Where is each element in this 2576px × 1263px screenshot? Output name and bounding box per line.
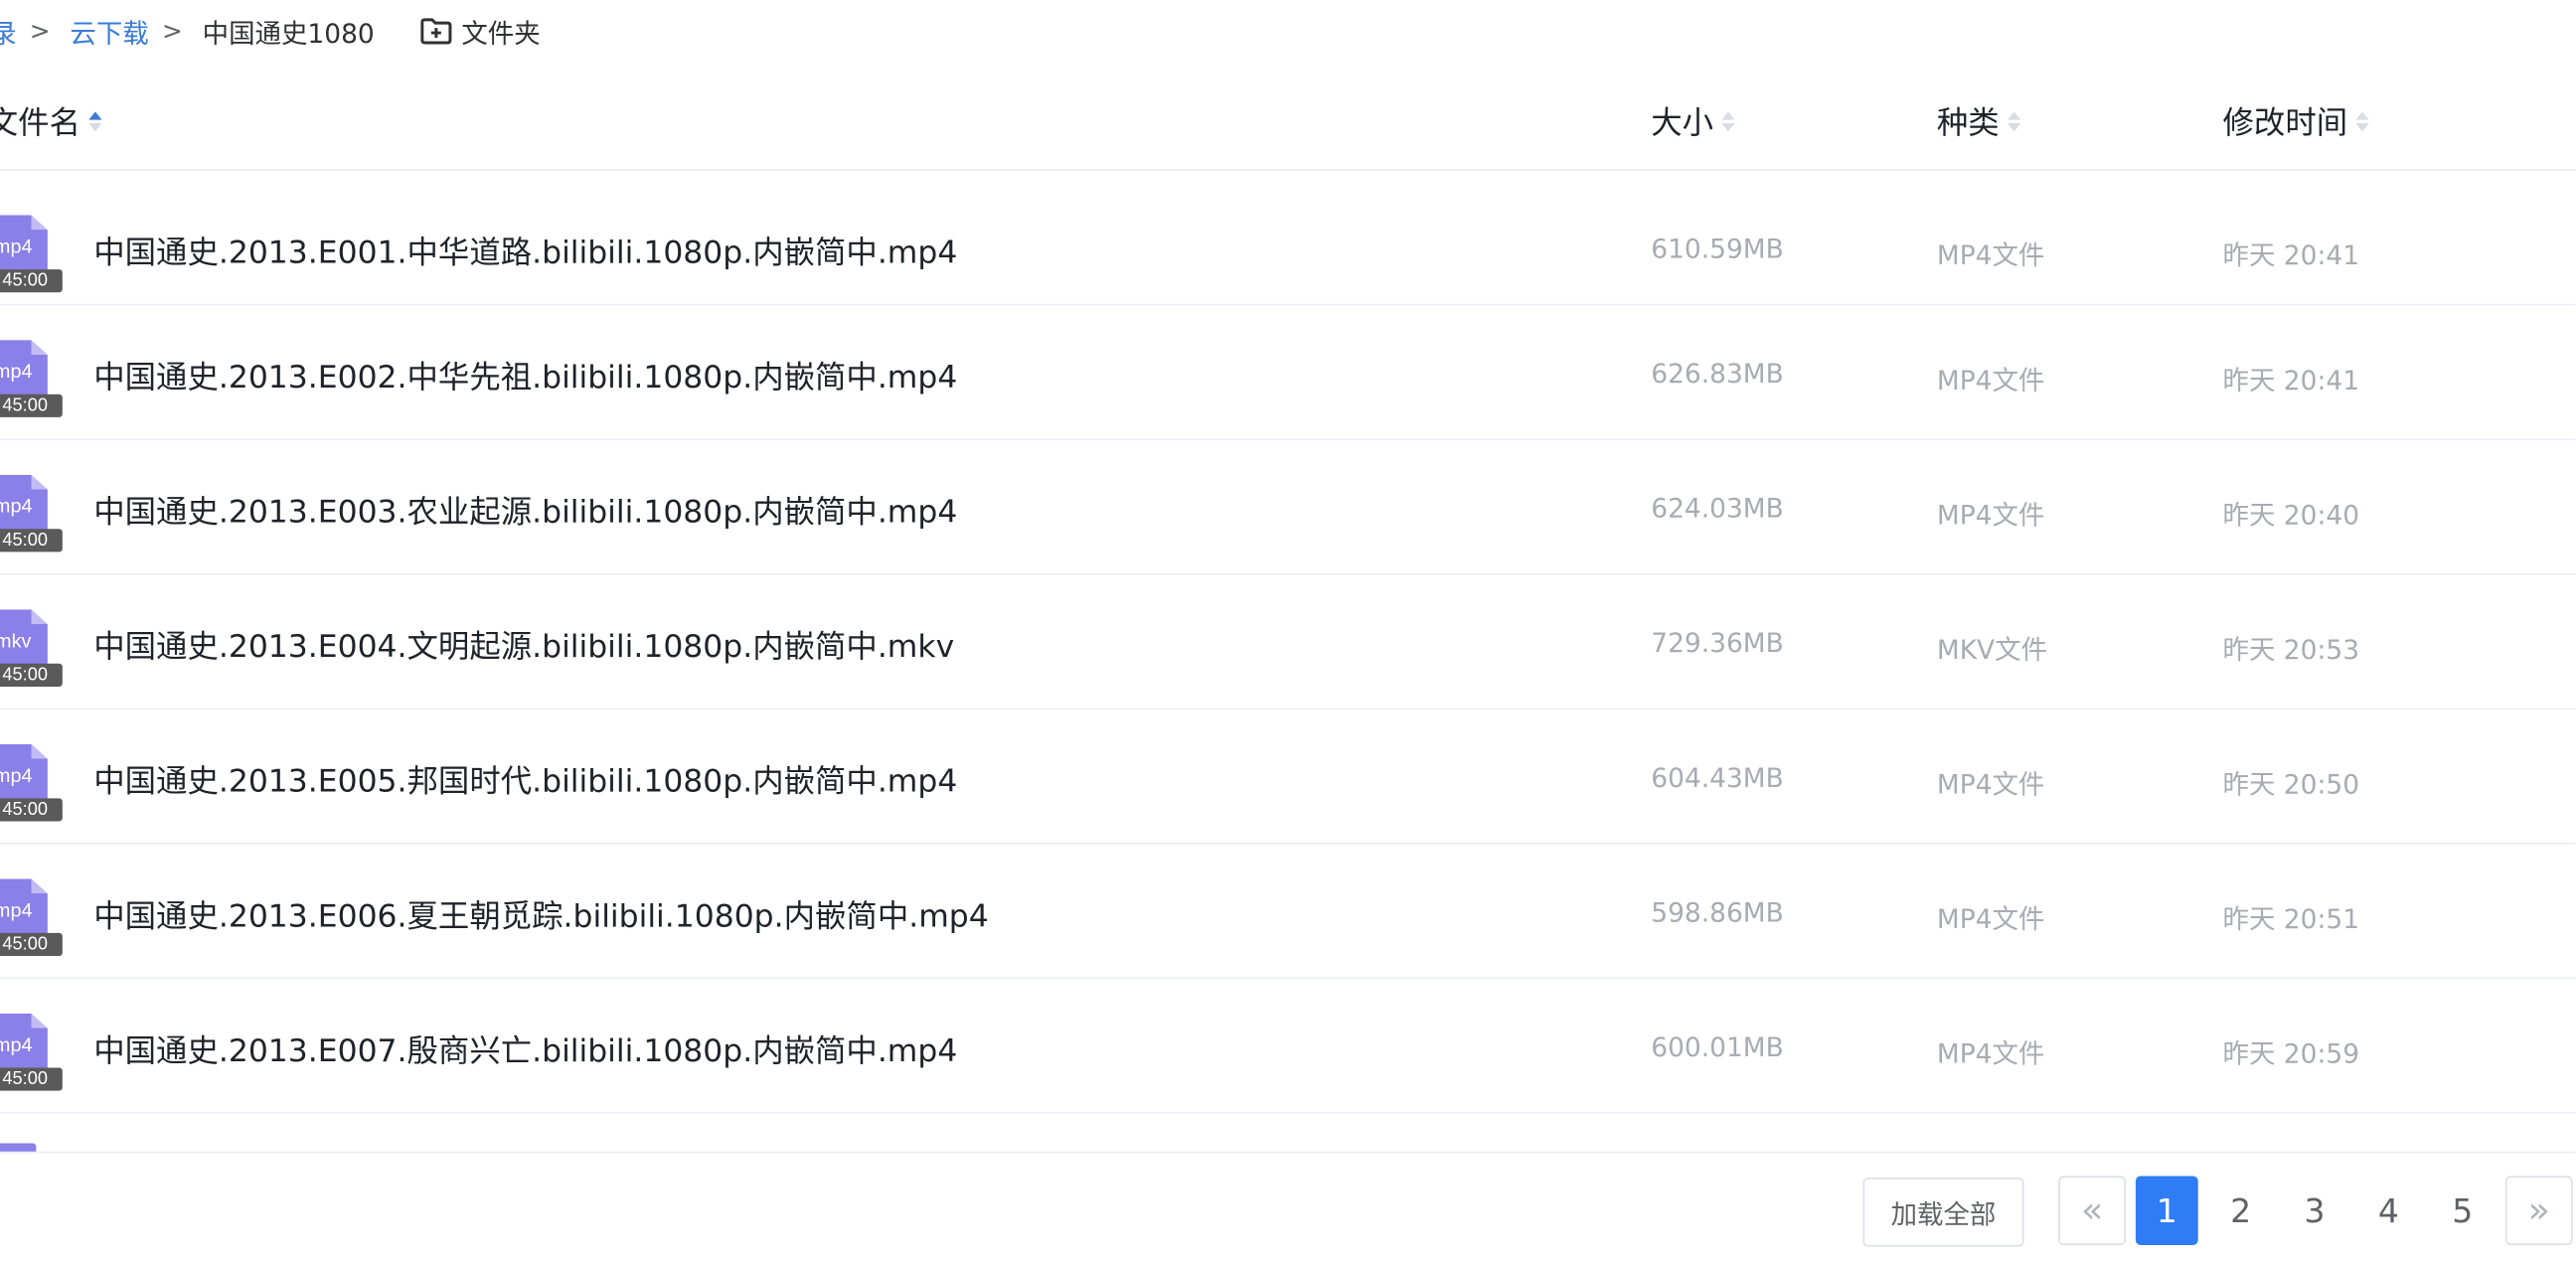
- file-type: MP4文件: [1936, 239, 2045, 271]
- file-name[interactable]: 中国通史.2013.E003.农业起源.bilibili.1080p.内嵌简中.…: [93, 488, 957, 533]
- breadcrumb-cloud-download[interactable]: 云下载: [70, 12, 148, 52]
- file-modified: 昨天 20:41: [2222, 364, 2360, 396]
- table-row[interactable]: mp4 45:00 中国通史.2013.E006.夏王朝觅踪.bilibili.…: [0, 845, 2576, 980]
- duration-badge: 45:00: [0, 932, 63, 957]
- file-modified: 昨天 20:59: [2222, 1037, 2360, 1070]
- file-modified: 昨天 20:51: [2222, 903, 2360, 935]
- file-type: MP4文件: [1936, 499, 2045, 531]
- column-header-modified[interactable]: 修改时间: [2223, 73, 2369, 170]
- sort-icon: [1721, 110, 1735, 131]
- table-row[interactable]: mp4 45:00 中国通史.2013.E005.邦国时代.bilibili.1…: [0, 710, 2576, 845]
- page-button-5[interactable]: 5: [2431, 1177, 2494, 1245]
- file-type: MP4文件: [1936, 768, 2045, 801]
- video-file-icon: mp4 45:00: [0, 878, 63, 957]
- duration-badge: 45:00: [0, 663, 63, 687]
- video-file-icon: mp4 45:00: [0, 215, 63, 293]
- duration-badge: 45:00: [0, 529, 63, 553]
- file-type: MP4文件: [1936, 364, 2045, 396]
- file-modified: 昨天 20:40: [2222, 499, 2360, 531]
- video-file-icon: mp4 45:00: [0, 340, 63, 417]
- page-button-3[interactable]: 3: [2284, 1177, 2346, 1245]
- file-name[interactable]: 中国通史.2013.E005.邦国时代.bilibili.1080p.内嵌简中.…: [93, 757, 957, 802]
- table-row[interactable]: mp4 45:00 中国通史.2013.E007.殷商兴亡.bilibili.1…: [0, 979, 2576, 1114]
- file-size: 604.43MB: [1651, 761, 1784, 794]
- column-type-label: 种类: [1936, 104, 2000, 142]
- folder-plus-icon: [420, 18, 452, 45]
- table-row[interactable]: mp4 45:00 中国通史.2013.E002.中华先祖.bilibili.1…: [0, 305, 2576, 441]
- file-size: 729.36MB: [1651, 627, 1784, 659]
- load-all-button[interactable]: 加载全部: [1862, 1178, 2024, 1247]
- column-name-label: 文件名: [0, 104, 81, 142]
- file-modified: 昨天 20:50: [2222, 768, 2360, 801]
- video-file-icon: mp4 45:00: [0, 474, 63, 553]
- next-page-button[interactable]: »: [2504, 1176, 2573, 1245]
- column-modified-label: 修改时间: [2222, 104, 2348, 142]
- file-name[interactable]: 中国通史.2013.E006.夏王朝觅踪.bilibili.1080p.内嵌简中…: [93, 892, 989, 937]
- chevron-right-icon: >: [162, 16, 183, 47]
- file-modified: 昨天 20:53: [2222, 634, 2360, 666]
- file-browser: 录 > 云下载 > 中国通史1080 文件夹 文件名 大小 种类 修改时间: [0, 0, 2576, 1263]
- column-header-size[interactable]: 大小: [1651, 73, 1735, 170]
- video-file-icon: mkv 45:00: [0, 609, 63, 687]
- file-type: MP4文件: [1936, 1037, 2045, 1070]
- sort-icon: [88, 110, 102, 131]
- file-name[interactable]: 中国通史.2013.E004.文明起源.bilibili.1080p.内嵌简中.…: [93, 622, 954, 667]
- table-row[interactable]: mp4 45:00 中国通史.2013.E001.中华道路.bilibili.1…: [0, 171, 2576, 306]
- page-button-1[interactable]: 1: [2135, 1176, 2198, 1245]
- table-row[interactable]: mp4 45:00 中国通史.2013.E003.农业起源.bilibili.1…: [0, 440, 2576, 575]
- file-ext-label: mp4: [0, 1032, 33, 1056]
- file-size: 600.01MB: [1651, 1031, 1784, 1063]
- duration-badge: 45:00: [0, 269, 63, 293]
- file-type: MKV文件: [1936, 634, 2048, 666]
- file-name[interactable]: 中国通史.2013.E007.殷商兴亡.bilibili.1080p.内嵌简中.…: [93, 1026, 957, 1071]
- chevron-right-icon: >: [29, 16, 51, 47]
- duration-badge: 45:00: [0, 1067, 63, 1091]
- column-header-type[interactable]: 种类: [1936, 73, 2021, 170]
- file-modified: 昨天 20:41: [2222, 239, 2360, 271]
- video-file-icon: mp4 45:00: [0, 743, 63, 822]
- file-ext-label: mkv: [0, 629, 32, 653]
- file-ext-label: mp4: [0, 898, 33, 922]
- breadcrumb: 录 > 云下载 > 中国通史1080 文件夹: [0, 0, 541, 63]
- page-button-4[interactable]: 4: [2357, 1177, 2420, 1245]
- sort-icon: [2007, 110, 2021, 131]
- file-name[interactable]: 中国通史.2013.E001.中华道路.bilibili.1080p.内嵌简中.…: [93, 229, 957, 273]
- column-size-label: 大小: [1651, 104, 1714, 142]
- file-size: 598.86MB: [1651, 896, 1784, 928]
- file-type: MP4文件: [1936, 903, 2045, 935]
- new-folder-button[interactable]: 文件夹: [420, 12, 541, 52]
- video-file-icon: mp4 45:00: [0, 1013, 63, 1091]
- file-size: 626.83MB: [1651, 358, 1784, 390]
- breadcrumb-root[interactable]: 录: [0, 12, 17, 52]
- list-divider: [0, 1151, 2576, 1154]
- file-size: 610.59MB: [1651, 233, 1784, 265]
- file-size: 624.03MB: [1651, 492, 1784, 525]
- table-row[interactable]: mkv 45:00 中国通史.2013.E004.文明起源.bilibili.1…: [0, 575, 2576, 710]
- file-name[interactable]: 中国通史.2013.E002.中华先祖.bilibili.1080p.内嵌简中.…: [93, 353, 957, 397]
- duration-badge: 45:00: [0, 798, 63, 822]
- page-button-2[interactable]: 2: [2209, 1177, 2272, 1245]
- table-header: 文件名 大小 种类 修改时间: [0, 73, 2576, 171]
- file-ext-label: mp4: [0, 494, 33, 518]
- duration-badge: 45:00: [0, 394, 63, 417]
- prev-page-button[interactable]: «: [2058, 1176, 2126, 1245]
- sort-icon: [2355, 110, 2369, 131]
- file-ext-label: mp4: [0, 763, 33, 787]
- breadcrumb-current: 中国通史1080: [202, 18, 375, 50]
- file-ext-label: mp4: [0, 235, 33, 258]
- column-header-name[interactable]: 文件名: [0, 73, 102, 170]
- new-folder-label: 文件夹: [461, 18, 541, 50]
- file-ext-label: mp4: [0, 360, 33, 384]
